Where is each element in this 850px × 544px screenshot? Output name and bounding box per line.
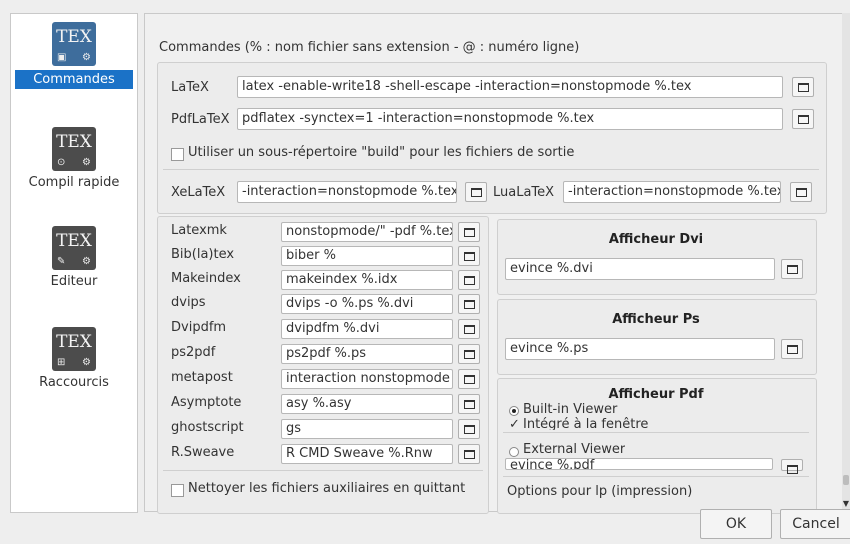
sidebar-item-raccourcis[interactable]: TEX ⊞ ⚙ Raccourcis	[11, 327, 137, 390]
tool-label: Asymptote	[171, 395, 242, 410]
category-sidebar: TEX ▣ ⚙ Commandes TEX ⊙ ⚙ Compil rapide TEX ✎…	[10, 13, 138, 513]
embedded-label: Intégré à la fenêtre	[523, 417, 649, 430]
panel-scrollbar[interactable]: ▼	[842, 13, 850, 510]
ghostscript-command-field[interactable]: gs	[281, 419, 453, 439]
sidebar-item-commandes[interactable]: TEX ▣ ⚙ Commandes	[11, 22, 137, 89]
tex-editor-icon: TEX ✎ ⚙	[52, 226, 96, 270]
divider	[163, 169, 819, 170]
xelatex-label: XeLaTeX	[171, 185, 226, 200]
bibtex-command-field[interactable]: biber %	[281, 246, 453, 266]
latexmk-command-field[interactable]: nonstopmode/" -pdf %.tex	[281, 222, 453, 242]
latex-command-field[interactable]: latex -enable-write18 -shell-escape -int…	[237, 76, 783, 98]
rsweave-command-field[interactable]: R CMD Sweave %.Rnw	[281, 444, 453, 464]
dvips-command-field[interactable]: dvips -o %.ps %.dvi	[281, 294, 453, 314]
xelatex-browse-button[interactable]	[465, 182, 487, 202]
tool-label: metapost	[171, 370, 233, 385]
cancel-button[interactable]: Cancel	[780, 509, 850, 539]
sidebar-item-editeur[interactable]: TEX ✎ ⚙ Editeur	[11, 226, 137, 289]
scroll-down-arrow-icon[interactable]: ▼	[842, 499, 850, 509]
makeindex-browse-button[interactable]	[458, 270, 480, 290]
ok-button[interactable]: OK	[700, 509, 772, 539]
tool-label: ghostscript	[171, 420, 244, 435]
dvipdfm-browse-button[interactable]	[458, 319, 480, 339]
dvi-viewer-field[interactable]: evince %.dvi	[505, 258, 775, 280]
rsweave-browse-button[interactable]	[458, 444, 480, 464]
divider	[503, 476, 809, 477]
builtin-viewer-label: Built-in Viewer	[523, 402, 618, 417]
dvi-viewer-group	[497, 219, 817, 295]
lualatex-command-field[interactable]: -interaction=nonstopmode %.tex	[563, 181, 781, 203]
build-subdir-checkbox[interactable]	[171, 148, 184, 161]
pdf-browse-button[interactable]	[781, 459, 803, 474]
latexmk-browse-button[interactable]	[458, 222, 480, 242]
tool-label: dvips	[171, 295, 206, 310]
bibtex-browse-button[interactable]	[458, 246, 480, 266]
ghostscript-browse-button[interactable]	[458, 419, 480, 439]
cleanup-label: Nettoyer les fichiers auxiliaires en qui…	[188, 481, 466, 496]
metapost-browse-button[interactable]	[458, 369, 480, 389]
tool-label: Latexmk	[171, 223, 227, 238]
latex-label: LaTeX	[171, 80, 209, 95]
ps2pdf-command-field[interactable]: ps2pdf %.ps	[281, 344, 453, 364]
asymptote-command-field[interactable]: asy %.asy	[281, 394, 453, 414]
sidebar-item-label: Editeur	[50, 274, 98, 289]
print-options-label: Options pour lp (impression)	[507, 484, 693, 499]
tex-shortcuts-icon: TEX ⊞ ⚙	[52, 327, 96, 371]
pdflatex-label: PdfLaTeX	[171, 112, 230, 127]
external-viewer-radio[interactable]	[509, 447, 519, 457]
pdf-viewer-title: Afficheur Pdf	[608, 387, 704, 402]
commands-panel: Commandes (% : nom fichier sans extensio…	[144, 13, 844, 514]
lualatex-browse-button[interactable]	[790, 182, 812, 202]
pdf-viewer-field[interactable]: evince %.pdf	[505, 458, 773, 470]
tool-label: Bib(la)tex	[171, 247, 235, 262]
sidebar-item-label: Commandes	[15, 70, 133, 89]
tex-quickbuild-icon: TEX ⊙ ⚙	[52, 127, 96, 171]
divider	[163, 470, 483, 471]
makeindex-command-field[interactable]: makeindex %.idx	[281, 270, 453, 290]
external-viewer-label: External Viewer	[523, 442, 626, 457]
pdflatex-command-field[interactable]: pdflatex -synctex=1 -interaction=nonstop…	[237, 108, 783, 130]
ps-viewer-title: Afficheur Ps	[612, 312, 700, 327]
tool-label: ps2pdf	[171, 345, 216, 360]
ps-browse-button[interactable]	[781, 339, 803, 359]
tool-label: Makeindex	[171, 271, 241, 286]
dvi-viewer-title: Afficheur Dvi	[608, 232, 704, 247]
lualatex-label: LuaLaTeX	[493, 185, 555, 200]
xelatex-command-field[interactable]: -interaction=nonstopmode %.tex	[237, 181, 457, 203]
dvi-browse-button[interactable]	[781, 259, 803, 279]
sidebar-item-compil-rapide[interactable]: TEX ⊙ ⚙ Compil rapide	[11, 127, 137, 190]
sidebar-item-label: Raccourcis	[39, 375, 109, 390]
latex-browse-button[interactable]	[792, 77, 814, 97]
asymptote-browse-button[interactable]	[458, 394, 480, 414]
embedded-check-icon[interactable]: ✓	[509, 417, 520, 430]
dvips-browse-button[interactable]	[458, 294, 480, 314]
tool-label: Dvipdfm	[171, 320, 227, 335]
pdflatex-browse-button[interactable]	[792, 109, 814, 129]
dvipdfm-command-field[interactable]: dvipdfm %.dvi	[281, 319, 453, 339]
build-subdir-label: Utiliser un sous-répertoire "build" pour…	[188, 145, 575, 160]
ps-viewer-field[interactable]: evince %.ps	[505, 338, 775, 360]
tool-label: R.Sweave	[171, 445, 235, 460]
builtin-viewer-radio[interactable]	[509, 406, 519, 416]
metapost-command-field[interactable]: interaction nonstopmode	[281, 369, 453, 389]
divider	[503, 432, 809, 433]
commands-header: Commandes (% : nom fichier sans extensio…	[159, 40, 580, 55]
sidebar-item-label: Compil rapide	[28, 175, 120, 190]
ps2pdf-browse-button[interactable]	[458, 344, 480, 364]
ps-viewer-group	[497, 299, 817, 375]
cleanup-checkbox[interactable]	[171, 484, 184, 497]
tex-commands-icon: TEX ▣ ⚙	[52, 22, 96, 66]
scrollbar-thumb[interactable]	[843, 475, 849, 485]
